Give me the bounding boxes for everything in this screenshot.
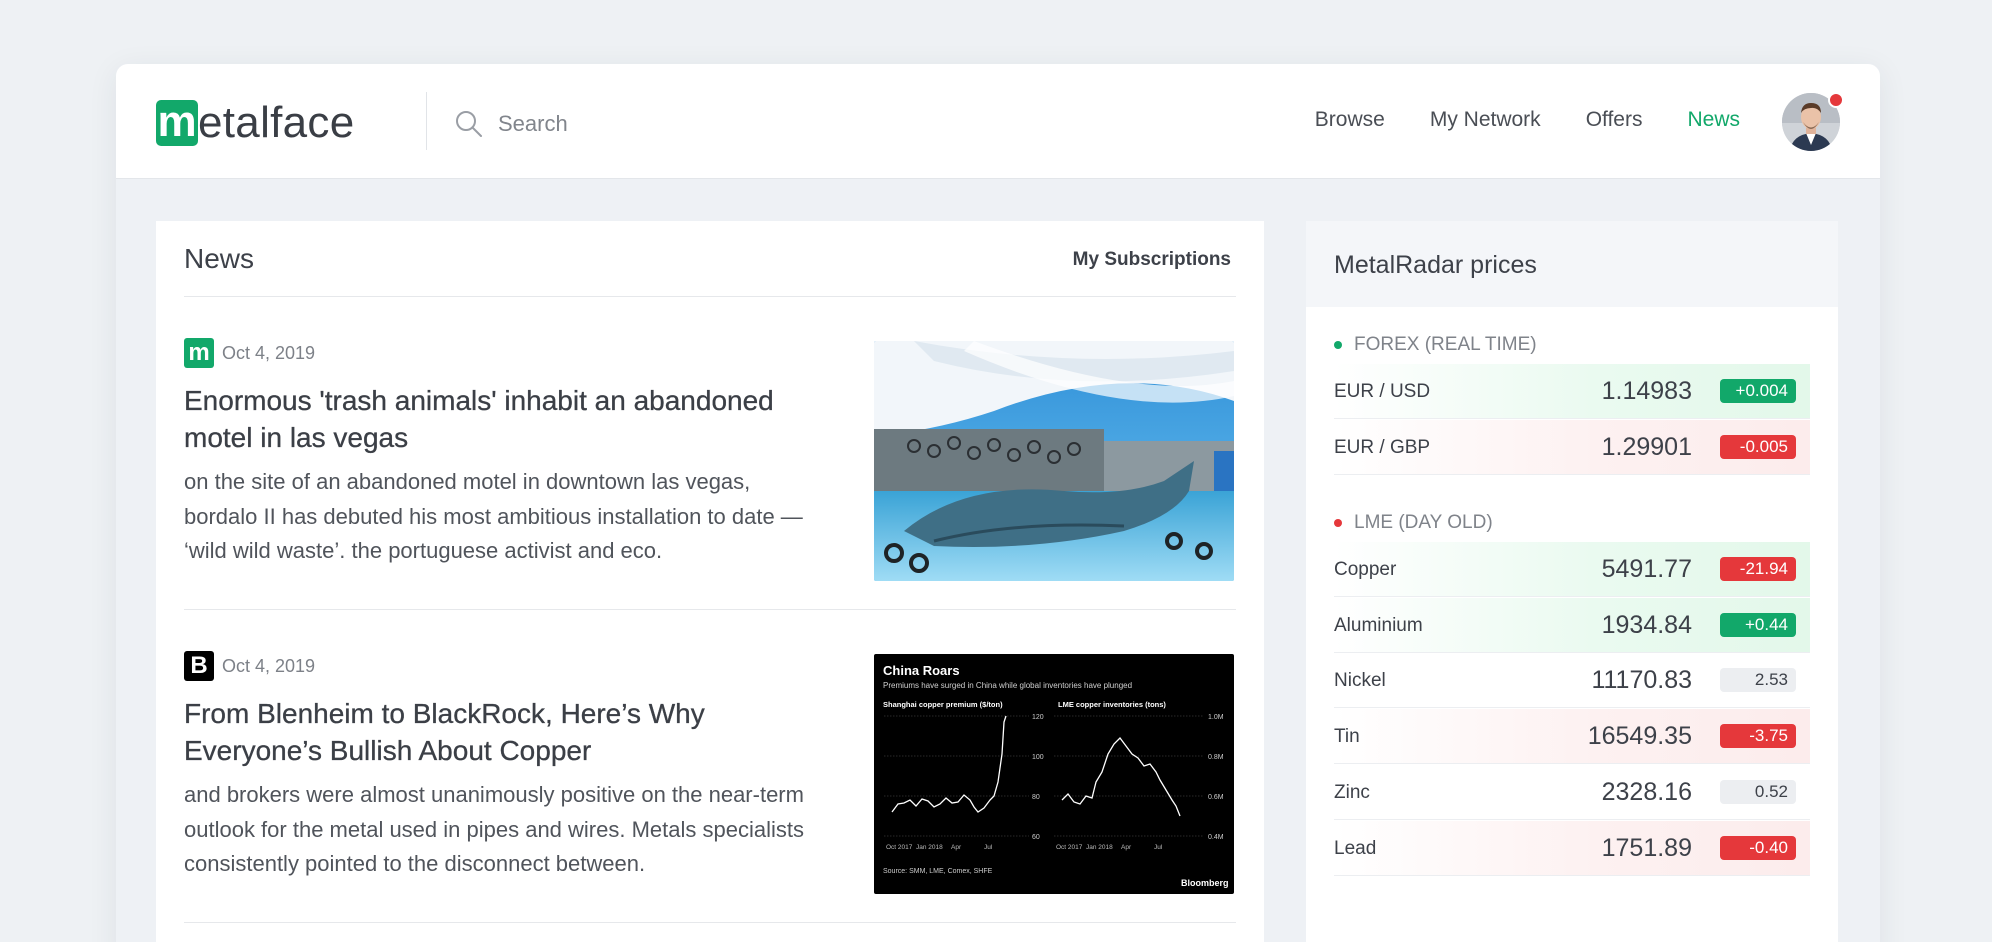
article-date: Oct 4, 2019 [222,655,316,676]
price-change-badge: -21.94 [1720,557,1796,581]
x-tick: Oct 2017 [886,844,913,851]
nav-offers[interactable]: Offers [1586,108,1643,132]
logo[interactable]: m etalface [156,97,355,147]
x-tick: Jan 2018 [916,844,943,851]
price-section-label: FOREX (REAL TIME) [1334,334,1537,356]
my-subscriptions-link[interactable]: My Subscriptions [1073,249,1231,271]
price-change-badge: -0.005 [1720,435,1796,459]
right-tick: 0.6M [1208,794,1224,801]
left-tick: 100 [1032,754,1044,761]
search-icon [456,111,482,137]
metal-name: Zinc [1334,782,1370,803]
metal-name: Tin [1334,726,1360,747]
article-meta: B Oct 4, 2019 [184,651,315,681]
price-row[interactable]: Aluminium 1934.84 +0.44 [1334,598,1810,653]
nav-news[interactable]: News [1687,108,1740,132]
x-tick: Oct 2017 [1056,844,1083,851]
left-tick: 80 [1032,794,1040,801]
price-section-label: LME (DAY OLD) [1334,512,1493,534]
metal-price: 11170.83 [1591,666,1692,694]
price-change-badge: -0.40 [1720,836,1796,860]
search-box[interactable] [454,104,798,144]
left-tick: 60 [1032,834,1040,841]
metal-name: Lead [1334,838,1377,859]
news-title: News [184,243,255,274]
nav-my-network[interactable]: My Network [1430,108,1541,132]
nav-browse[interactable]: Browse [1315,108,1385,132]
article-meta: m Oct 4, 2019 [184,338,315,368]
price-change-badge: +0.004 [1720,379,1796,403]
app-window: m etalface Browse My Network Offers News [116,64,1880,942]
left-tick: 120 [1032,714,1044,721]
metal-name: Aluminium [1334,615,1423,636]
chart-title: China Roars [883,663,960,678]
price-change-badge: 2.53 [1720,668,1796,692]
article-excerpt: on the site of an abandoned motel in dow… [184,469,803,563]
x-tick: Apr [1121,844,1132,851]
chart-source: Source: SMM, LME, Comex, SHFE [883,868,993,875]
price-row[interactable]: Copper 5491.77 -21.94 [1334,542,1810,597]
x-tick: Apr [951,844,962,851]
price-row[interactable]: EUR / USD 1.14983 +0.004 [1334,364,1810,419]
metal-price: 5491.77 [1601,555,1692,583]
chart-subtitle: Premiums have surged in China while glob… [883,681,1132,690]
metal-name: Copper [1334,559,1397,580]
x-tick: Jul [984,844,993,851]
right-panel-label: LME copper inventories (tons) [1058,700,1166,709]
article-thumbnail-copper-chart[interactable]: China Roars Premiums have surged in Chin… [874,654,1234,894]
price-change-badge: -3.75 [1720,724,1796,748]
article-thumbnail-whale-sculpture[interactable] [874,341,1234,581]
news-article[interactable]: B Oct 4, 2019 From Blenheim to BlackRock… [184,611,1236,923]
x-tick: Jan 2018 [1086,844,1113,851]
status-dot-icon [1334,519,1342,527]
bloomberg-wordmark: Bloomberg [1181,878,1229,888]
metalradar-prices-panel: MetalRadar prices FOREX (REAL TIME) EUR /… [1306,221,1838,942]
price-row[interactable]: Zinc 2328.16 0.52 [1334,765,1810,820]
china-roars-chart-image: China Roars Premiums have surged in Chin… [874,654,1234,894]
source-metalface-icon: m [184,338,214,368]
price-row[interactable]: Lead 1751.89 -0.40 [1334,821,1810,876]
metal-price: 16549.35 [1587,722,1692,750]
x-tick: Jul [1154,844,1163,851]
right-tick: 0.8M [1208,754,1224,761]
price-row[interactable]: EUR / GBP 1.29901 -0.005 [1334,420,1810,475]
section-label-text: LME (DAY OLD) [1354,512,1493,533]
logo-badge: m [156,97,198,146]
news-panel: News My Subscriptions m Oct 4, 2019 Enor… [156,221,1264,942]
price-change-badge: 0.52 [1720,780,1796,804]
left-panel-label: Shanghai copper premium ($/ton) [883,700,1003,709]
metal-price: 1.29901 [1601,433,1692,461]
metal-name: EUR / USD [1334,381,1431,402]
logo-text: etalface [198,98,355,147]
notification-dot [1828,92,1844,108]
top-bar: m etalface Browse My Network Offers News [116,64,1880,179]
whale-sculpture-image [874,341,1234,581]
status-dot-icon [1334,341,1342,349]
metal-price: 1934.84 [1601,611,1692,639]
main-nav: Browse My Network Offers News [1315,108,1740,132]
prices-title: MetalRadar prices [1334,251,1537,279]
metal-name: EUR / GBP [1334,437,1431,458]
price-change-badge: +0.44 [1720,613,1796,637]
news-header: News My Subscriptions [184,221,1236,297]
source-bloomberg-icon: B [184,651,214,681]
article-headline[interactable]: From Blenheim to BlackRock, Here’s Why E… [184,695,824,769]
price-row[interactable]: Tin 16549.35 -3.75 [1334,709,1810,764]
prices-header: MetalRadar prices [1306,221,1838,307]
right-tick: 1.0M [1208,714,1224,721]
header-divider [426,92,427,150]
article-excerpt: and brokers were almost unanimously posi… [184,782,804,876]
metal-price: 1.14983 [1601,377,1692,405]
article-date: Oct 4, 2019 [222,342,316,363]
price-row[interactable]: Nickel 11170.83 2.53 [1334,653,1810,708]
search-input[interactable] [498,111,798,137]
article-headline[interactable]: Enormous 'trash animals' inhabit an aban… [184,382,824,456]
right-tick: 0.4M [1208,834,1224,841]
section-label-text: FOREX (REAL TIME) [1354,334,1537,355]
metal-name: Nickel [1334,670,1386,691]
news-article[interactable]: m Oct 4, 2019 Enormous 'trash animals' i… [184,298,1236,610]
metal-price: 2328.16 [1601,778,1692,806]
metal-price: 1751.89 [1601,834,1692,862]
